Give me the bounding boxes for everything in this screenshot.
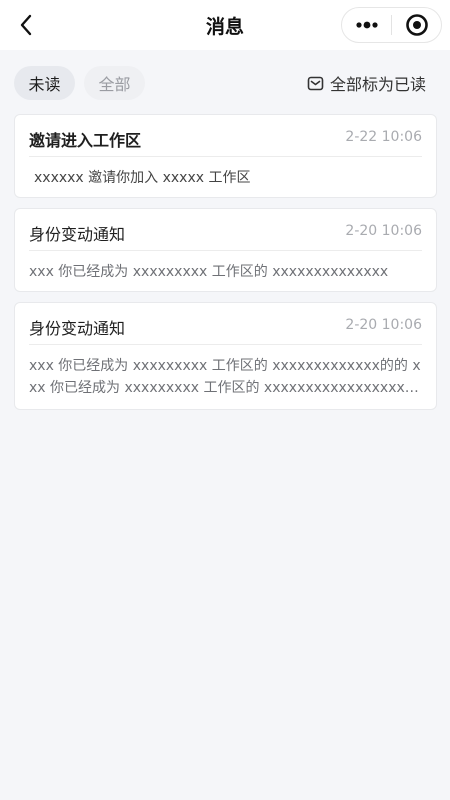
message-title: 邀请进入工作区	[29, 131, 142, 150]
message-card[interactable]: 身份变动通知 2-20 10:06 xxx 你已经成为 xxxxxxxxx 工作…	[14, 302, 437, 410]
message-body: xxxxxx 邀请你加入 xxxxx 工作区	[34, 170, 251, 186]
message-body: xxx 你已经成为 xxxxxxxxx 工作区的 xxxxxxxxxxxxx的的…	[29, 358, 422, 396]
filter-bar: 未读 全部 全部标为已读	[0, 50, 450, 112]
message-time: 2-20 10:06	[345, 223, 422, 239]
message-card[interactable]: 身份变动通知 2-20 10:06 xxx 你已经成为 xxxxxxxxx 工作…	[14, 208, 437, 292]
message-time: 2-22 10:06	[345, 129, 422, 145]
mark-all-read-label: 全部标为已读	[329, 75, 426, 94]
tab-all[interactable]: 全部	[84, 66, 145, 100]
message-time: 2-20 10:06	[345, 317, 422, 333]
tab-unread[interactable]: 未读	[14, 66, 75, 100]
message-card[interactable]: 邀请进入工作区 2-22 10:06 xxxxxx 邀请你加入 xxxxx 工作…	[14, 114, 437, 198]
message-header: 邀请进入工作区 2-22 10:06	[29, 127, 422, 157]
envelope-icon	[307, 76, 324, 90]
message-title: 身份变动通知	[29, 319, 126, 338]
back-button[interactable]	[12, 11, 40, 39]
message-header: 身份变动通知 2-20 10:06	[29, 221, 422, 251]
more-button[interactable]	[342, 8, 391, 42]
message-body: xxx 你已经成为 xxxxxxxxx 工作区的 xxxxxxxxxxxxxx	[29, 264, 389, 280]
navigation-bar: 消息	[0, 0, 450, 50]
message-title: 身份变动通知	[29, 225, 126, 244]
chevron-left-icon	[20, 14, 32, 36]
close-mini-program-button[interactable]	[392, 8, 441, 42]
target-circle-icon	[405, 14, 428, 36]
more-dots-icon	[355, 21, 378, 29]
mark-all-read-button[interactable]: 全部标为已读	[307, 71, 426, 95]
message-header: 身份变动通知 2-20 10:06	[29, 315, 422, 345]
mini-program-capsule	[341, 7, 442, 43]
